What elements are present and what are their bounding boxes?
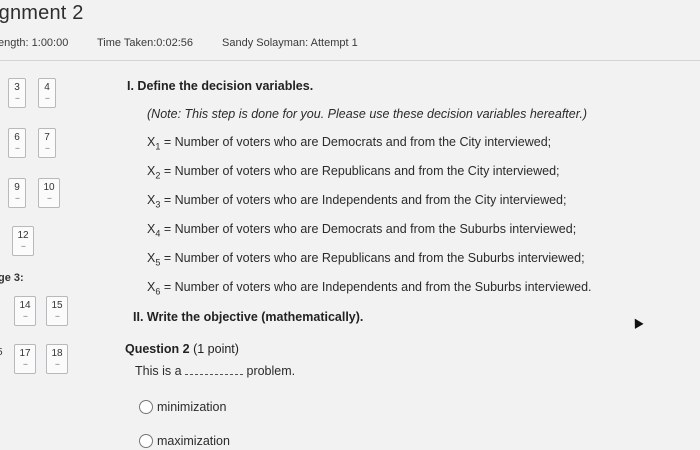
question-text-before: This is a: [135, 364, 186, 378]
question-tile-15[interactable]: 15 --: [46, 296, 68, 326]
definition-text: = Number of voters who are Democrats and…: [160, 135, 552, 149]
tile-number: 10: [43, 182, 55, 193]
tile-status: --: [21, 241, 26, 251]
definition-text: = Number of voters who are Independents …: [160, 193, 567, 207]
tile-number: 9: [14, 182, 20, 193]
definition-x5: X5 = Number of voters who are Republican…: [147, 251, 585, 268]
question-tile-7[interactable]: 7 --: [38, 128, 56, 158]
page-label: ge 3:: [0, 272, 24, 284]
tile-status: --: [47, 193, 52, 203]
definition-x3: X3 = Number of voters who are Independen…: [147, 193, 566, 210]
tile-status: --: [23, 359, 28, 369]
question-tile-14[interactable]: 14 --: [14, 296, 36, 326]
tile-status: --: [15, 93, 20, 103]
tile-status: --: [55, 359, 60, 369]
question-tile-10[interactable]: 10 --: [38, 178, 60, 208]
tile-number: 3: [14, 82, 20, 93]
tile-number: 6: [14, 132, 20, 143]
tile-number: 7: [44, 132, 50, 143]
mouse-cursor-icon: [630, 316, 644, 329]
answer-blank: [185, 364, 244, 375]
option-minimization[interactable]: minimization: [139, 400, 226, 414]
question-tile-12[interactable]: 12 --: [12, 226, 34, 256]
assignment-title: ignment 2: [0, 2, 84, 24]
question-points: (1 point): [193, 342, 239, 356]
tile-number: 4: [44, 82, 50, 93]
option-label: maximization: [157, 434, 230, 448]
tile-number: 17: [19, 348, 31, 359]
tile-status: --: [23, 311, 28, 321]
tile-status: --: [45, 93, 50, 103]
tile-number: 18: [51, 348, 63, 359]
definition-text: = Number of voters who are Republicans a…: [160, 164, 560, 178]
time-taken-label: Time Taken:0:02:56: [97, 37, 194, 49]
definition-x6: X6 = Number of voters who are Independen…: [147, 280, 592, 297]
option-label: minimization: [157, 400, 227, 414]
question-tile-6[interactable]: 6 --: [8, 128, 26, 158]
definition-x2: X2 = Number of voters who are Republican…: [147, 164, 560, 181]
attempt-label: Sandy Solayman: Attempt 1: [222, 37, 358, 49]
definition-text: = Number of voters who are Democrats and…: [160, 222, 577, 236]
radio-button[interactable]: [139, 434, 153, 448]
partial-tile-number: 5: [0, 347, 3, 358]
tile-status: --: [45, 143, 50, 153]
question-tile-3[interactable]: 3 --: [8, 78, 26, 108]
definition-text: = Number of voters who are Republicans a…: [160, 251, 585, 265]
question-title: Question 2 (1 point): [125, 342, 239, 356]
question-label: Question 2: [125, 342, 190, 356]
question-text-after: problem.: [243, 364, 296, 378]
heading-decision-variables: I. Define the decision variables.: [127, 79, 314, 93]
header-divider: [0, 60, 700, 61]
definition-x4: X4 = Number of voters who are Democrats …: [147, 222, 576, 239]
tile-number: 15: [51, 300, 63, 311]
question-text: This is a problem.: [135, 364, 295, 378]
heading-objective: II. Write the objective (mathematically)…: [133, 310, 364, 324]
question-tile-4[interactable]: 4 --: [38, 78, 56, 108]
definition-x1: X1 = Number of voters who are Democrats …: [147, 135, 551, 152]
question-tile-18[interactable]: 18 --: [46, 344, 68, 374]
length-label: ength: 1:00:00: [0, 37, 69, 49]
radio-button[interactable]: [139, 400, 153, 414]
tile-number: 12: [17, 230, 29, 241]
tile-status: --: [15, 143, 20, 153]
tile-status: --: [15, 193, 20, 203]
tile-number: 14: [19, 300, 31, 311]
tile-status: --: [55, 311, 60, 321]
question-tile-9[interactable]: 9 --: [8, 178, 26, 208]
option-maximization[interactable]: maximization: [139, 434, 230, 448]
definition-text: = Number of voters who are Independents …: [160, 280, 592, 294]
note-text: (Note: This step is done for you. Please…: [147, 107, 588, 121]
question-tile-17[interactable]: 17 --: [14, 344, 36, 374]
